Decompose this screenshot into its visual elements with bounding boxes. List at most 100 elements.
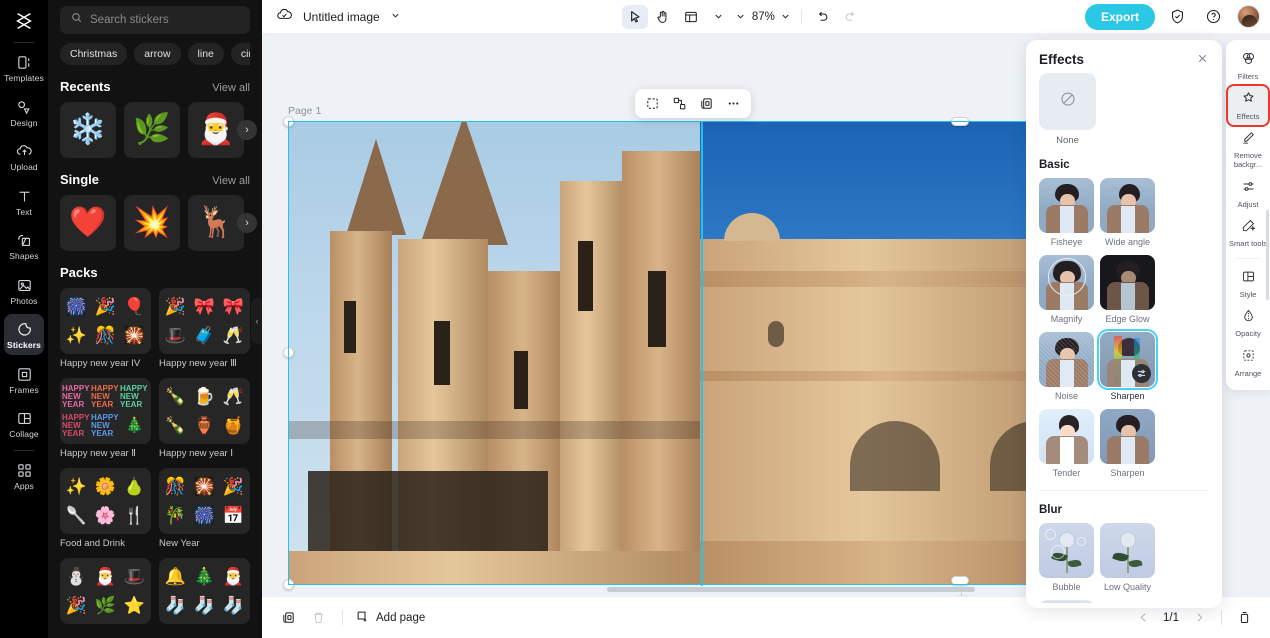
reindeer-sticker[interactable]: 🦌 — [188, 195, 244, 251]
tool-smart-tools[interactable]: Smart tools — [1228, 213, 1268, 253]
resize-handle-top-left[interactable] — [283, 116, 294, 127]
pack-item[interactable]: 🎉 🎀 🎀 🎩 🧳 🥂 Happy new year Ⅲ — [159, 288, 250, 369]
tool-style[interactable]: Style — [1228, 264, 1268, 304]
heart-sticker[interactable]: ❤️ — [60, 195, 116, 251]
sidebar-item-shapes[interactable]: Shapes — [4, 225, 44, 266]
sidebar-item-collage[interactable]: Collage — [4, 403, 44, 444]
search-stickers-box[interactable] — [60, 6, 250, 34]
horizontal-scrollbar[interactable] — [607, 587, 975, 592]
tool-opacity[interactable]: Opacity — [1228, 303, 1268, 343]
split-button[interactable] — [667, 92, 692, 115]
effect-sharpen-selected[interactable]: Sharpen — [1100, 332, 1155, 401]
effect-tender[interactable]: Tender — [1039, 409, 1094, 478]
search-input[interactable] — [90, 14, 240, 26]
chip-arrow[interactable]: arrow — [134, 43, 180, 65]
pack-item[interactable]: 🎆 🎉 🎈 ✨ 🎊 🎇 Happy new year IV — [60, 288, 151, 369]
chip-circle[interactable]: circle — [231, 43, 250, 65]
sidebar-item-frames[interactable]: Frames — [4, 359, 44, 400]
document-title[interactable]: Untitled image — [303, 10, 380, 24]
pack-item[interactable]: HAPPY NEW YEAR HAPPY NEW YEAR HAPPY NEW … — [60, 378, 151, 459]
section-header-single: Single View all — [60, 172, 250, 187]
recents-next-arrow-icon[interactable]: › — [237, 120, 257, 140]
tool-effects[interactable]: Effects — [1228, 86, 1268, 126]
image-left[interactable] — [288, 121, 700, 585]
capcut-logo-icon[interactable] — [0, 4, 48, 38]
sidebar-item-text[interactable]: Text — [4, 181, 44, 222]
single-next-arrow-icon[interactable]: › — [237, 213, 257, 233]
layout-tool-button[interactable] — [678, 5, 704, 29]
layout-chevron-down-icon[interactable] — [706, 5, 732, 29]
effect-none-item[interactable]: None — [1039, 73, 1209, 146]
prev-page-button[interactable] — [1131, 606, 1155, 630]
close-icon[interactable] — [1196, 52, 1209, 67]
effect-wide-angle[interactable]: Wide angle — [1100, 178, 1155, 247]
tool-remove-background[interactable]: Remove backgr... — [1228, 125, 1268, 173]
duplicate-page-button[interactable] — [276, 606, 300, 630]
effect-edge-glow[interactable]: Edge Glow — [1100, 255, 1155, 324]
effect-settings-button[interactable] — [1132, 364, 1151, 383]
hand-tool-button[interactable] — [650, 5, 676, 29]
effect-noise[interactable]: Noise — [1039, 332, 1094, 401]
top-toolbar: Untitled image — [262, 0, 1270, 33]
holly-sticker[interactable]: 🌿 — [124, 102, 180, 158]
resize-handle-mid-left[interactable] — [283, 347, 294, 358]
sale-badge-sticker[interactable]: 💥 — [124, 195, 180, 251]
more-button[interactable] — [721, 92, 746, 115]
tool-adjust[interactable]: Adjust — [1228, 174, 1268, 214]
pack-glyph: HAPPY NEW YEAR — [120, 385, 149, 409]
sidebar-item-upload[interactable]: Upload — [4, 136, 44, 177]
redo-button[interactable] — [838, 5, 864, 29]
user-avatar[interactable] — [1237, 5, 1260, 28]
collapse-panel-button[interactable]: ‹ — [251, 298, 262, 344]
pack-item[interactable]: 🔔 🎄 🎅 🧦 🧦 🧦 — [159, 558, 250, 624]
tool-filters[interactable]: Filters — [1228, 46, 1268, 86]
zoom-level[interactable]: 87% — [750, 11, 777, 23]
chip-line[interactable]: line — [188, 43, 224, 65]
santa-sticker[interactable]: 🎅 — [188, 102, 244, 158]
effects-panel-body[interactable]: None Basic Fisheye Wide angle — [1026, 73, 1222, 603]
duplicate-button[interactable] — [694, 92, 719, 115]
sidebar-item-apps[interactable]: Apps — [4, 455, 44, 496]
resize-handle-top-center[interactable] — [951, 117, 969, 126]
delete-page-button[interactable] — [306, 606, 330, 630]
export-button[interactable]: Export — [1085, 4, 1155, 30]
snowflake-sticker[interactable]: ❄️ — [60, 102, 116, 158]
sidebar-item-stickers[interactable]: Stickers — [4, 314, 44, 355]
shield-icon[interactable] — [1165, 5, 1191, 29]
sidebar-item-design[interactable]: Design — [4, 92, 44, 133]
resize-button[interactable] — [1232, 606, 1256, 630]
sidebar-item-photos[interactable]: Photos — [4, 270, 44, 311]
none-tile[interactable] — [1039, 73, 1096, 130]
zoom-menu-chevron-icon[interactable] — [779, 5, 793, 29]
stickers-panel: Christmas arrow line circle Recents View… — [48, 0, 262, 638]
effect-low-quality[interactable]: Low Quality — [1100, 523, 1155, 592]
artboard[interactable] — [288, 121, 1108, 585]
chip-christmas[interactable]: Christmas — [60, 43, 127, 65]
effect-blur[interactable]: Blur — [1039, 600, 1094, 603]
tool-arrange[interactable]: Arrange — [1228, 343, 1268, 383]
title-chevron-down-icon[interactable] — [390, 8, 401, 26]
pack-item[interactable]: ✨ 🌼 🍐 🥄 🌸 🍴 Food and Drink — [60, 468, 151, 549]
tool-rail-scrollbar[interactable] — [1266, 210, 1269, 300]
crop-button[interactable] — [640, 92, 665, 115]
effect-fisheye[interactable]: Fisheye — [1039, 178, 1094, 247]
effect-magnify[interactable]: Magnify — [1039, 255, 1094, 324]
select-tool-button[interactable] — [622, 5, 648, 29]
zoom-chevron-down-icon[interactable] — [734, 5, 748, 29]
resize-handle-bottom-center[interactable] — [951, 576, 969, 585]
effect-bubble[interactable]: Bubble — [1039, 523, 1094, 592]
effect-sharpen-2[interactable]: Sharpen — [1100, 409, 1155, 478]
pack-item[interactable]: 🎊 🎇 🎉 🎋 🎆 📅 New Year — [159, 468, 250, 549]
undo-button[interactable] — [810, 5, 836, 29]
pack-item[interactable]: ⛄ 🎅 🎩 🎉 🌿 ⭐ — [60, 558, 151, 624]
view-all-recents[interactable]: View all — [212, 82, 250, 94]
view-all-single[interactable]: View all — [212, 175, 250, 187]
pack-item[interactable]: 🍾 🍺 🥂 🍾 🏺 🍯 Happy new year Ⅰ — [159, 378, 250, 459]
add-page-button[interactable]: Add page — [355, 609, 425, 627]
next-page-button[interactable] — [1187, 606, 1211, 630]
help-circle-icon[interactable] — [1201, 5, 1227, 29]
sidebar-item-templates[interactable]: Templates — [4, 47, 44, 88]
resize-handle-bottom-left[interactable] — [283, 579, 294, 590]
pack-glyph: 🎈 — [124, 298, 145, 315]
section-header-packs: Packs — [60, 265, 250, 280]
